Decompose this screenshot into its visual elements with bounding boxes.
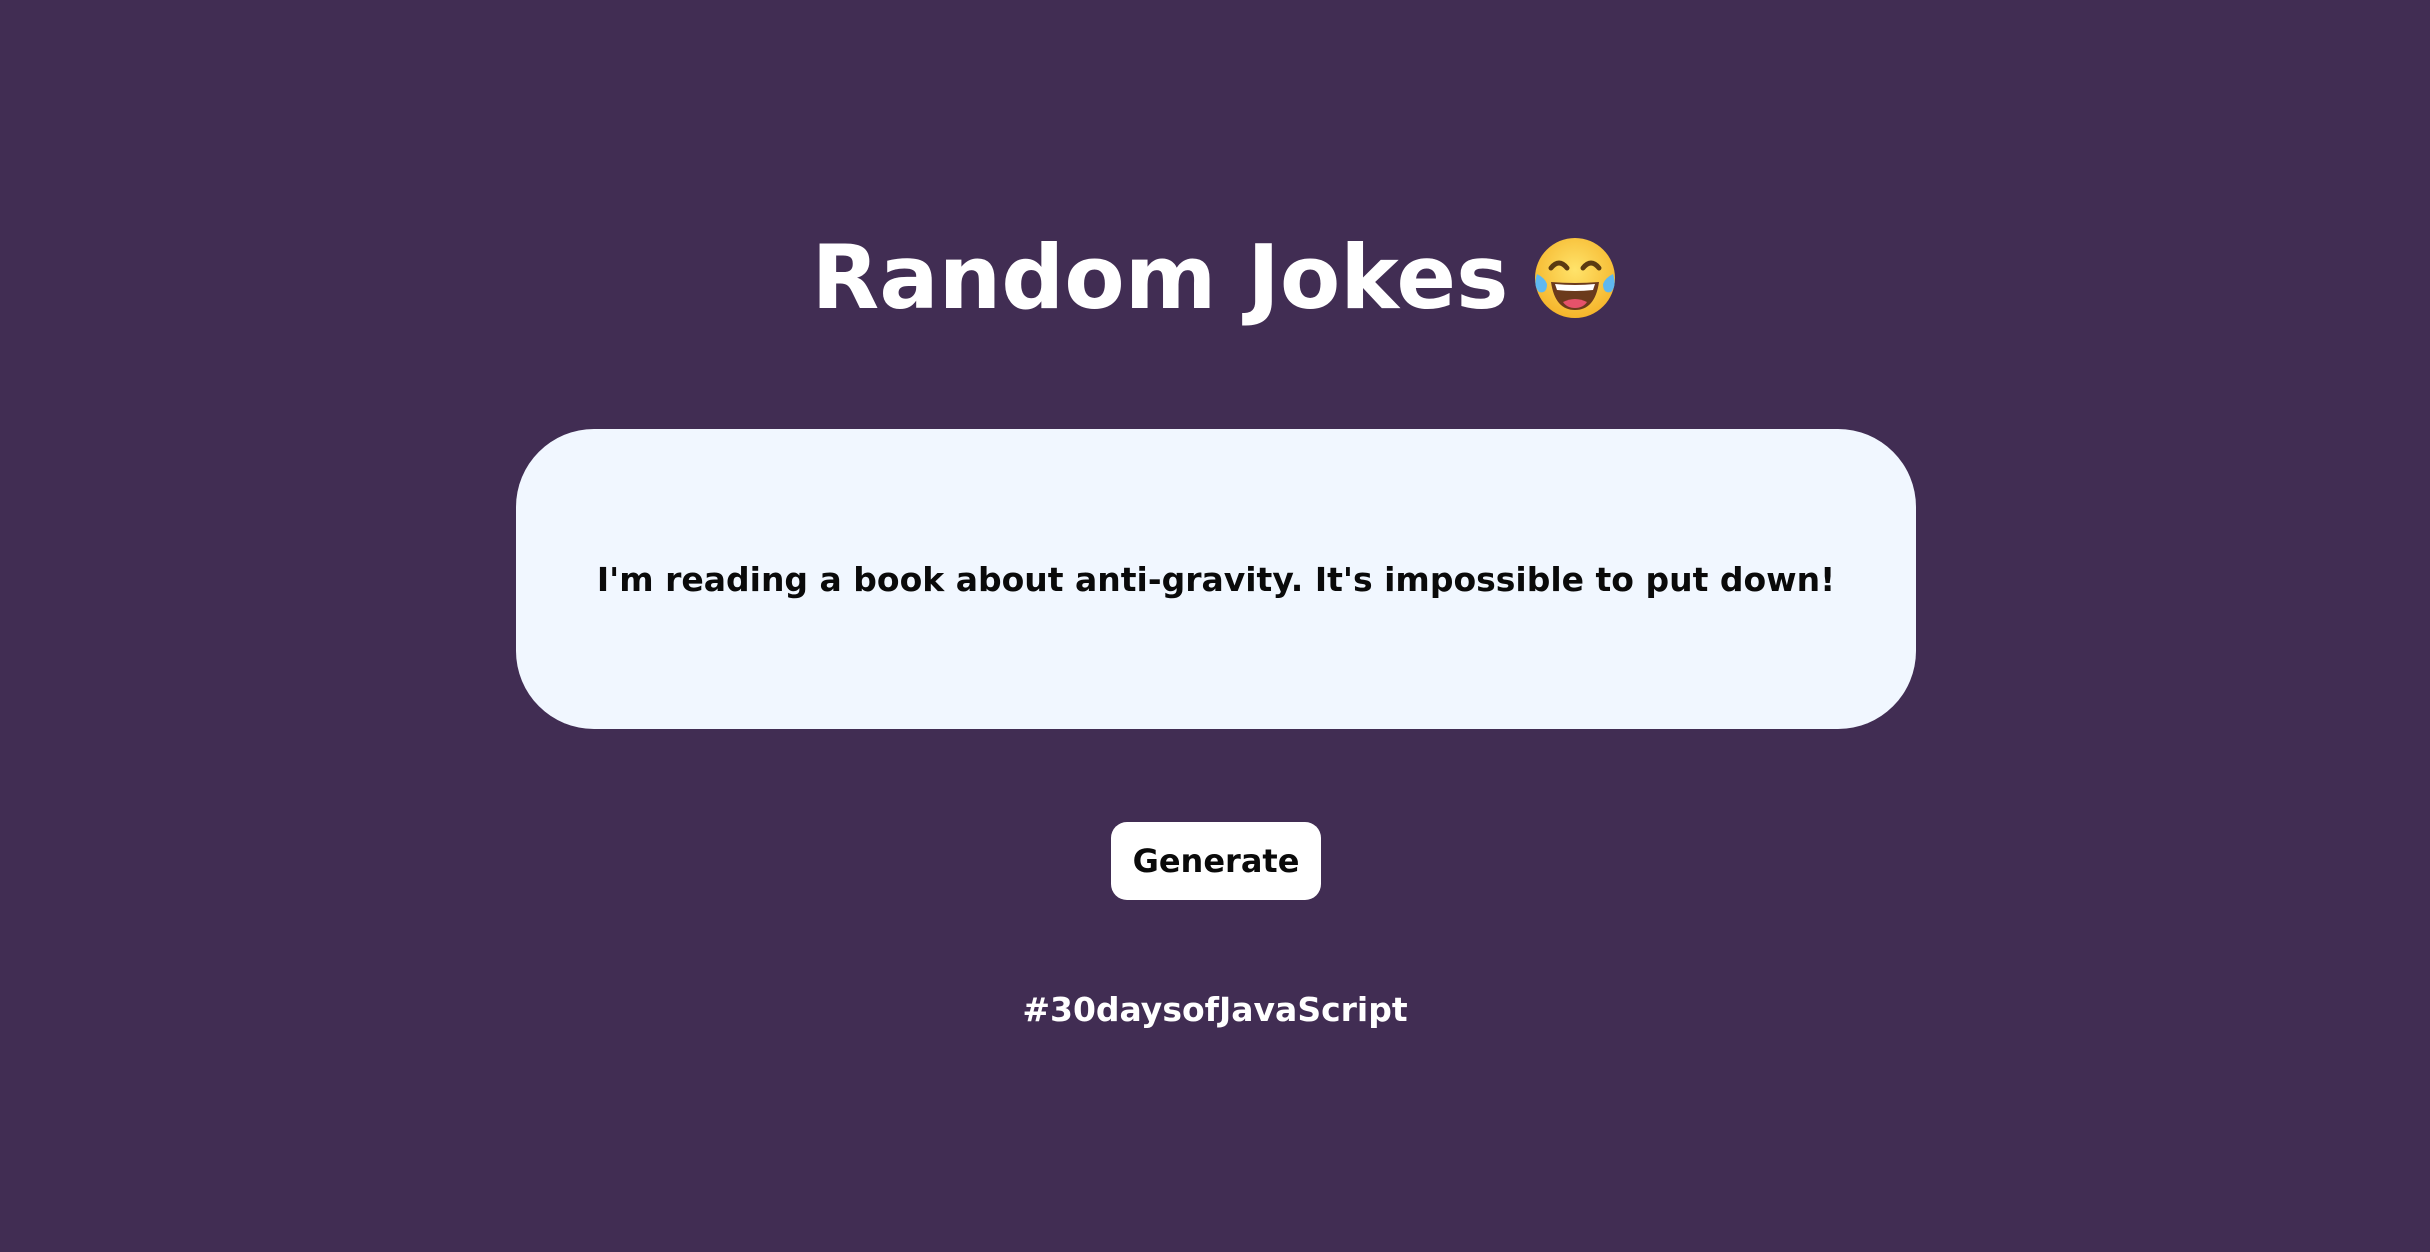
page-header: Random Jokes <box>0 222 2430 334</box>
joke-card: I'm reading a book about anti-gravity. I… <box>516 429 1916 729</box>
joke-text: I'm reading a book about anti-gravity. I… <box>596 559 1836 599</box>
face-with-tears-of-joy-icon <box>1531 234 1619 322</box>
page-title: Random Jokes <box>811 226 1509 329</box>
footer-hashtag: #30daysofJavaScript <box>1022 990 1408 1029</box>
generate-button[interactable]: Generate <box>1111 822 1321 900</box>
